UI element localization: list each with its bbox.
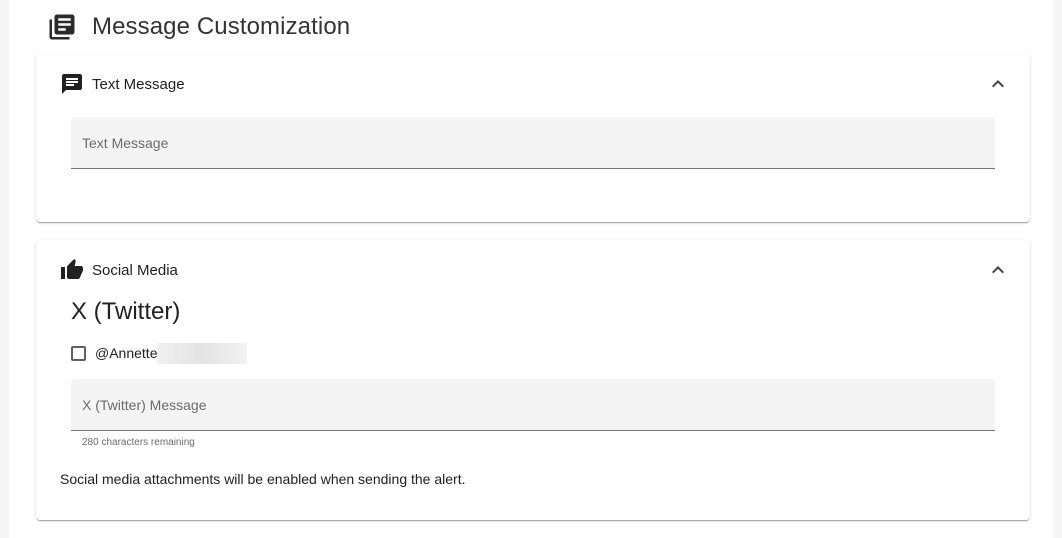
- page-title: Message Customization: [92, 13, 351, 40]
- chevron-up-icon: [986, 258, 1010, 282]
- chevron-up-icon: [986, 72, 1010, 96]
- library-books-icon: [47, 12, 77, 42]
- twitter-account-label[interactable]: @Annette: [95, 345, 157, 361]
- text-message-card-header[interactable]: Text Message: [60, 72, 185, 96]
- redacted-handle: [157, 342, 248, 364]
- text-message-card-title: Text Message: [92, 75, 185, 93]
- social-media-card-title: Social Media: [92, 261, 178, 279]
- collapse-text-message-button[interactable]: [986, 72, 1010, 96]
- twitter-message-field[interactable]: [71, 379, 995, 431]
- text-message-field[interactable]: [71, 117, 995, 169]
- twitter-account-row: @Annette: [71, 342, 248, 364]
- attachments-note: Social media attachments will be enabled…: [60, 471, 466, 487]
- thumb-up-icon: [60, 258, 84, 282]
- message-icon: [60, 72, 84, 96]
- characters-remaining: 280 characters remaining: [82, 437, 195, 448]
- social-media-card-header[interactable]: Social Media: [60, 258, 178, 282]
- text-message-input[interactable]: [71, 117, 995, 168]
- collapse-social-media-button[interactable]: [986, 258, 1010, 282]
- page-header: Message Customization: [47, 10, 350, 44]
- social-media-card: Social Media X (Twitter) @Annette 280 ch…: [36, 240, 1030, 520]
- twitter-account-checkbox[interactable]: [71, 345, 86, 361]
- page-content: Message Customization Text Message Socia…: [9, 0, 1053, 538]
- text-message-card: Text Message: [36, 54, 1030, 222]
- twitter-message-input[interactable]: [71, 379, 995, 430]
- twitter-subheading: X (Twitter): [71, 298, 181, 325]
